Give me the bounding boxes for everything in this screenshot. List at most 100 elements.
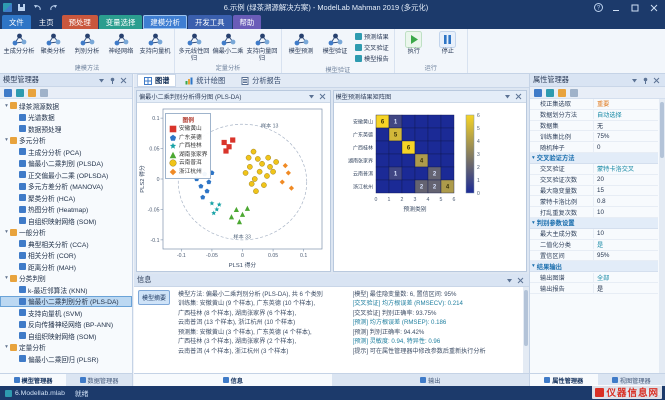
ribbon-tab[interactable]: 帮助 xyxy=(232,15,262,29)
reset-properties-icon[interactable] xyxy=(546,88,554,97)
ribbon-button[interactable]: 支持向量回归 xyxy=(245,30,279,62)
view-tab[interactable]: 分析报告 xyxy=(234,74,288,87)
view-tab[interactable]: 图谱 xyxy=(137,74,177,87)
ribbon-tab[interactable]: 文件 xyxy=(2,15,31,29)
ribbon-button[interactable]: 聚类分析 xyxy=(36,30,70,56)
prop-close-icon[interactable] xyxy=(651,75,662,86)
view-tab[interactable]: 统计绘图 xyxy=(178,74,232,87)
left-bottom-tab[interactable]: 数据管理器 xyxy=(66,374,132,386)
ribbon-tab[interactable]: 变量选择 xyxy=(98,15,143,29)
scrollbar-thumb[interactable] xyxy=(524,290,528,346)
ribbon-small-button[interactable]: 交叉验证 xyxy=(355,43,389,52)
redo-icon[interactable] xyxy=(47,1,60,14)
right-bottom-tab[interactable]: 属性管理器 xyxy=(530,374,598,386)
property-value[interactable]: 15 xyxy=(594,187,658,194)
tree-item[interactable]: ▾ 一般分析 xyxy=(0,227,132,239)
tree-item[interactable]: 自组织映射网络 (SOM) xyxy=(0,330,132,342)
new-model-icon[interactable] xyxy=(4,88,12,97)
tree-item[interactable]: 偏最小二乘回归 (PLSR) xyxy=(0,353,132,365)
tree-item[interactable]: 距离分析 (MAH) xyxy=(0,261,132,273)
property-value[interactable]: 无 xyxy=(594,121,658,130)
info-close-icon[interactable] xyxy=(515,275,526,286)
ribbon-tab[interactable]: 开发工具 xyxy=(187,15,232,29)
expander-icon[interactable]: ▾ xyxy=(3,103,10,109)
info-menu-icon[interactable] xyxy=(504,275,515,286)
collapse-all-icon[interactable] xyxy=(40,88,48,97)
ribbon-tab[interactable]: 主页 xyxy=(32,15,61,29)
panel-close-icon[interactable] xyxy=(118,75,129,86)
plot-close-icon[interactable] xyxy=(317,91,328,102)
tree-item[interactable]: 偏最小二乘判别 (PLSDA) xyxy=(0,158,132,170)
scrollbar-thumb[interactable] xyxy=(660,102,664,158)
panel-pin-icon[interactable] xyxy=(107,75,118,86)
ribbon-small-button[interactable]: 模型报告 xyxy=(355,54,389,63)
sort-properties-icon[interactable] xyxy=(558,88,566,97)
tree-item[interactable]: 主成分分析 (PCA) xyxy=(0,146,132,158)
tree-item[interactable]: 自组织映射网络 (SOM) xyxy=(0,215,132,227)
property-value[interactable]: 95% xyxy=(594,252,658,259)
property-section-header[interactable]: ▾ 交叉验证方法 xyxy=(530,152,658,164)
matrix-menu-icon[interactable] xyxy=(502,91,513,102)
ribbon-tab[interactable]: 预处理 xyxy=(61,15,98,29)
save-icon[interactable] xyxy=(15,1,28,14)
ribbon-button[interactable]: 模型验证 xyxy=(318,30,352,56)
tree-item[interactable]: k-最近邻算法 (KNN) xyxy=(0,284,132,296)
ribbon-small-button[interactable]: 预测结果 xyxy=(355,32,389,41)
property-section-header[interactable]: ▾ 判别参数设置 xyxy=(530,217,658,229)
minimize-button[interactable] xyxy=(608,1,624,14)
tree-item[interactable]: ▾ 绿茶溯源数据 xyxy=(0,100,132,112)
model-summary-chip[interactable]: 模型摘要 xyxy=(138,290,170,305)
left-bottom-tab[interactable]: 模型管理器 xyxy=(0,374,66,386)
ribbon-button[interactable]: 偏最小二乘 xyxy=(211,30,245,56)
tree-item[interactable]: 典型相关分析 (CCA) xyxy=(0,238,132,250)
property-scrollbar[interactable] xyxy=(659,99,665,373)
panel-menu-icon[interactable] xyxy=(96,75,107,86)
tree-item[interactable]: 多元方差分析 (MANOVA) xyxy=(0,181,132,193)
expander-icon[interactable]: ▾ xyxy=(3,229,10,235)
maximize-button[interactable] xyxy=(627,1,643,14)
property-value[interactable]: 蒙特卡洛交叉 xyxy=(594,164,658,173)
property-value[interactable]: 是 xyxy=(594,240,658,249)
property-value[interactable]: 重要 xyxy=(594,99,658,108)
ribbon-button[interactable]: 多元线性回归 xyxy=(177,30,211,62)
expander-icon[interactable]: ▾ xyxy=(3,275,10,281)
property-value[interactable]: 0 xyxy=(594,144,658,151)
tree-item[interactable]: 热图分析 (Heatmap) xyxy=(0,204,132,216)
tree-item[interactable]: 偏最小二乘判别分析 (PLS-DA) xyxy=(0,295,132,307)
property-section-header[interactable]: ▾ 结果输出 xyxy=(530,261,658,273)
ribbon-button[interactable]: 神经网络 xyxy=(104,30,138,56)
ribbon-button[interactable]: 执行 xyxy=(397,30,431,56)
ribbon-button[interactable]: 停止 xyxy=(431,30,465,56)
info-bottom-tab[interactable]: 信息 xyxy=(134,374,332,386)
apply-properties-icon[interactable] xyxy=(534,88,542,97)
ribbon-button[interactable]: 主成分分析 xyxy=(2,30,36,56)
refresh-tree-icon[interactable] xyxy=(16,88,24,97)
tree-item[interactable]: 光谱数据 xyxy=(0,112,132,124)
ribbon-button[interactable]: 模型预测 xyxy=(284,30,318,56)
close-button[interactable] xyxy=(646,1,662,14)
filter-properties-icon[interactable] xyxy=(570,88,578,97)
info-bottom-tab[interactable]: 输出 xyxy=(332,374,530,386)
matrix-close-icon[interactable] xyxy=(513,91,524,102)
tree-item[interactable]: 数据预处理 xyxy=(0,123,132,135)
property-value[interactable]: 全部 xyxy=(594,273,658,282)
expander-icon[interactable]: ▾ xyxy=(3,137,10,143)
tree-item[interactable]: 支持向量机 (SVM) xyxy=(0,307,132,319)
ribbon-button[interactable]: 支持向量机 xyxy=(138,30,172,56)
tree-item[interactable]: 反向传播神经网络 (BP-ANN) xyxy=(0,319,132,331)
tree-item[interactable]: 正交偏最小二乘 (OPLSDA) xyxy=(0,169,132,181)
tree-item[interactable]: ▾ 多元分析 xyxy=(0,135,132,147)
ribbon-button[interactable]: 判别分析 xyxy=(70,30,104,56)
expand-all-icon[interactable] xyxy=(28,88,36,97)
prop-menu-icon[interactable] xyxy=(629,75,640,86)
property-value[interactable]: 75% xyxy=(594,133,658,140)
tree-item[interactable]: ▾ 分类判别 xyxy=(0,273,132,285)
tree-item[interactable]: 相关分析 (COR) xyxy=(0,250,132,262)
plot-menu-icon[interactable] xyxy=(306,91,317,102)
undo-icon[interactable] xyxy=(31,1,44,14)
property-value[interactable]: 20 xyxy=(594,176,658,183)
property-value[interactable]: 0.8 xyxy=(594,198,658,205)
tree-item[interactable]: 聚类分析 (HCA) xyxy=(0,192,132,204)
help-icon[interactable]: ? xyxy=(592,1,605,14)
tree-item[interactable]: ▾ 定量分析 xyxy=(0,342,132,354)
